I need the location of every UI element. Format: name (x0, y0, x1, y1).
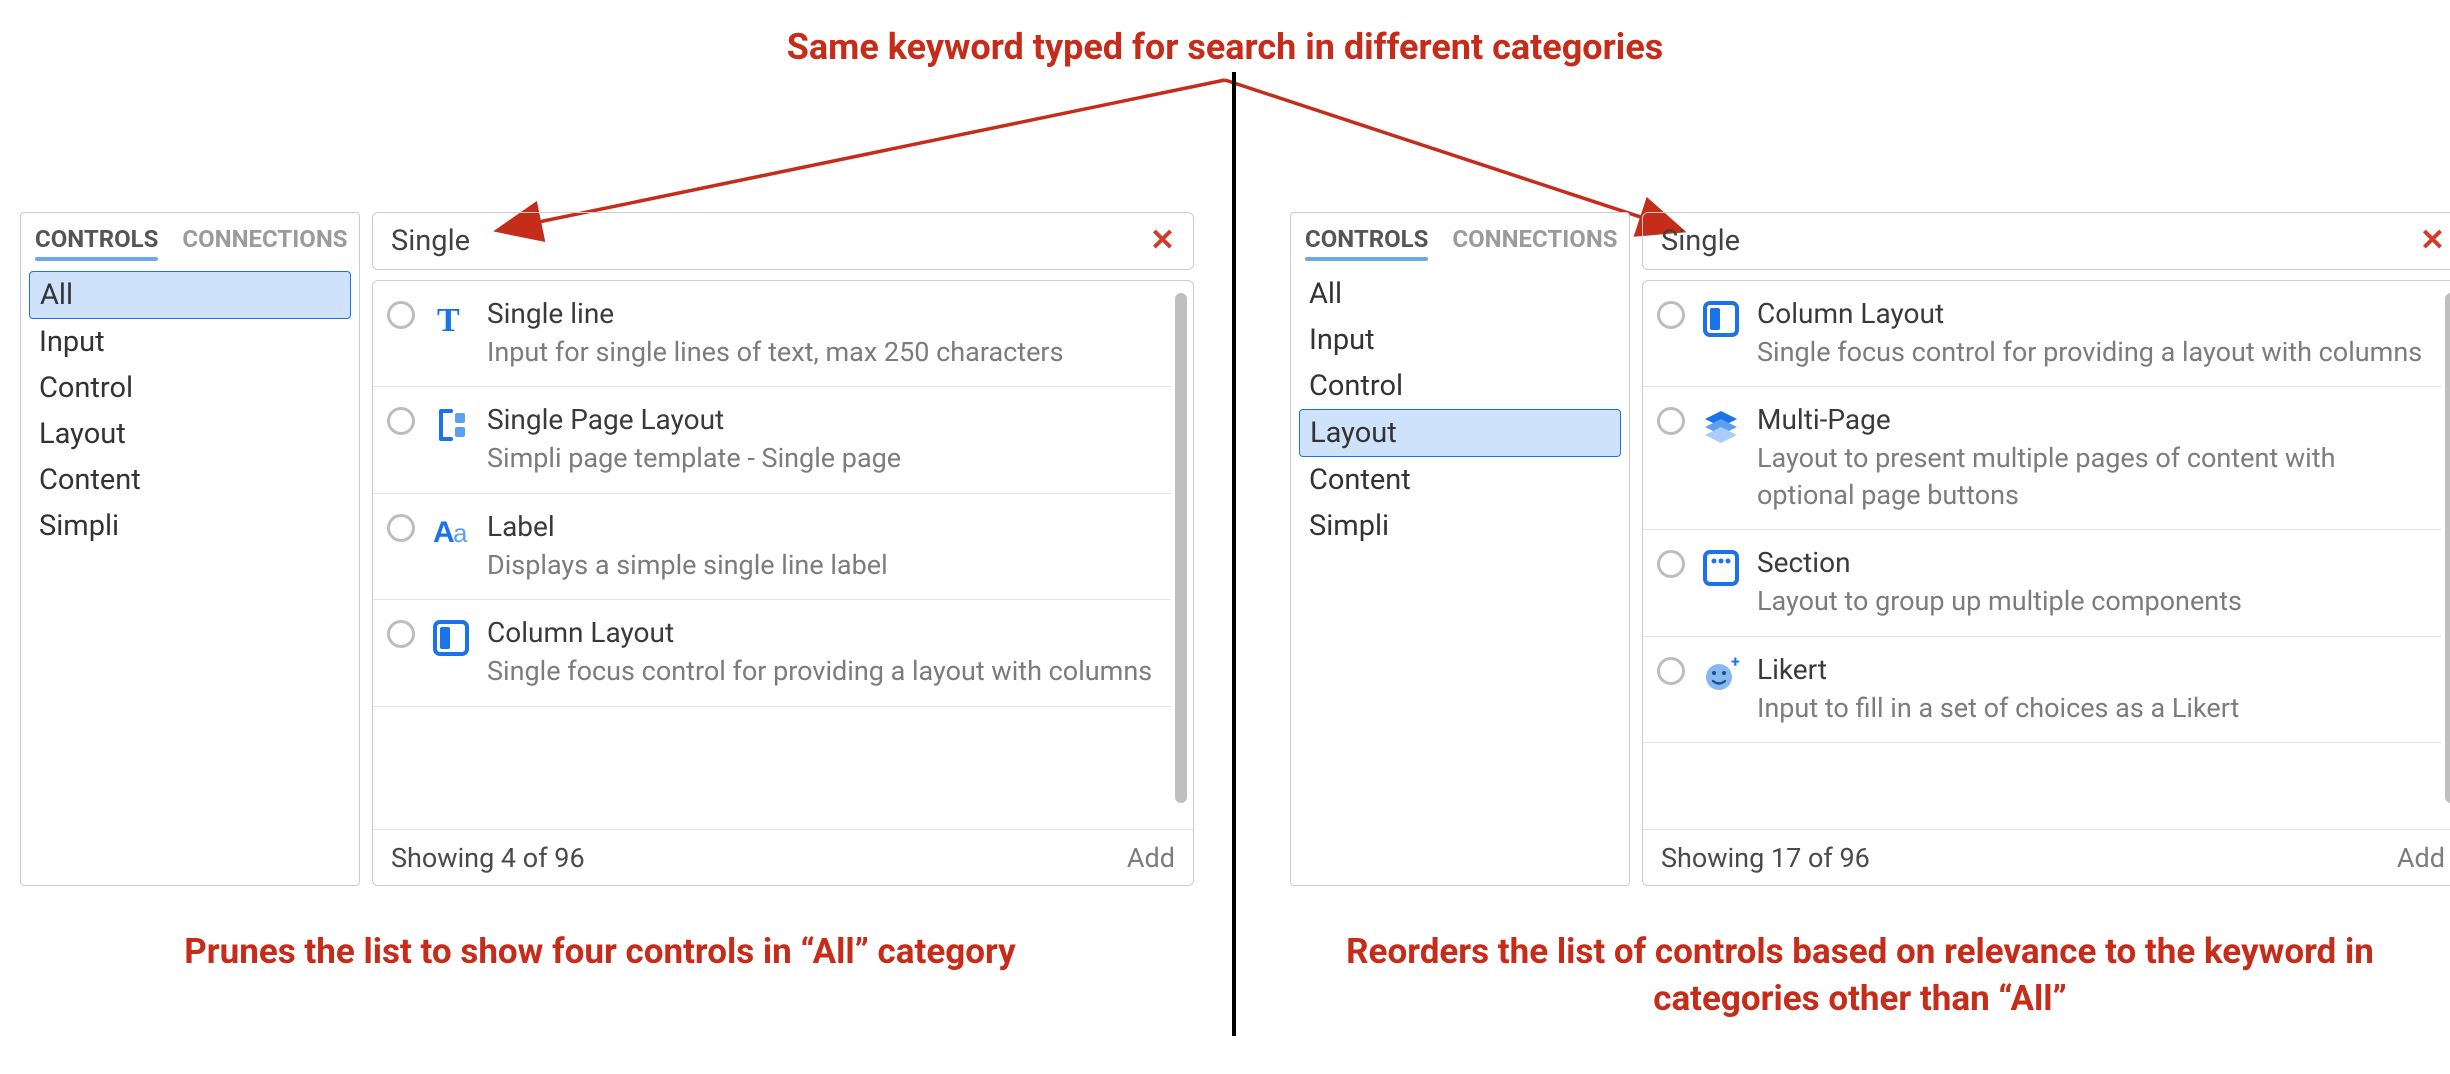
category-item-all[interactable]: All (1299, 271, 1621, 317)
results-panel: Single ✕ Single line Input for single lin… (372, 212, 1194, 886)
add-button[interactable]: Add (2397, 842, 2445, 874)
figure-canvas: Same keyword typed for search in differe… (0, 0, 2450, 1074)
result-description: Displays a simple single line label (487, 547, 1157, 583)
clear-search-icon[interactable]: ✕ (2420, 226, 2445, 256)
result-radio[interactable] (387, 620, 415, 648)
category-item-control[interactable]: Control (1299, 363, 1621, 409)
result-description: Simpli page template - Single page (487, 440, 1157, 476)
result-text: Column Layout Single focus control for pr… (487, 616, 1157, 689)
result-text: Multi-Page Layout to present multiple pag… (1757, 403, 2427, 513)
clear-search-icon[interactable]: ✕ (1150, 226, 1175, 256)
result-radio[interactable] (1657, 407, 1685, 435)
result-description: Single focus control for providing a lay… (1757, 334, 2427, 370)
result-radio[interactable] (1657, 550, 1685, 578)
result-footer: Showing 4 of 96 Add (373, 829, 1193, 885)
result-radio[interactable] (387, 407, 415, 435)
vertical-divider (1232, 72, 1236, 1036)
result-description: Layout to present multiple pages of cont… (1757, 440, 2427, 513)
result-text: Label Displays a simple single line label (487, 510, 1157, 583)
result-description: Layout to group up multiple components (1757, 583, 2427, 619)
tab-connections[interactable]: CONNECTIONS (182, 225, 347, 259)
result-title: Single Page Layout (487, 403, 1157, 436)
result-text: Column Layout Single focus control for pr… (1757, 297, 2427, 370)
category-item-control[interactable]: Control (29, 365, 351, 411)
result-title: Multi-Page (1757, 403, 2427, 436)
category-item-layout[interactable]: Layout (1299, 409, 1621, 457)
result-radio[interactable] (387, 301, 415, 329)
result-title: Column Layout (487, 616, 1157, 649)
result-row[interactable]: Multi-Page Layout to present multiple pag… (1643, 387, 2441, 530)
scrollbar-thumb[interactable] (2445, 293, 2450, 803)
result-description: Input for single lines of text, max 250 … (487, 334, 1157, 370)
tab-controls[interactable]: CONTROLS (35, 225, 158, 259)
category-item-input[interactable]: Input (29, 319, 351, 365)
category-item-all[interactable]: All (29, 271, 351, 319)
result-description: Input to fill in a set of choices as a L… (1757, 690, 2427, 726)
result-row[interactable]: Label Displays a simple single line label (373, 494, 1171, 600)
tab-controls[interactable]: CONTROLS (1305, 225, 1428, 259)
label-icon (429, 510, 473, 554)
section-icon (1699, 546, 1743, 590)
result-title: Column Layout (1757, 297, 2427, 330)
result-title: Section (1757, 546, 2427, 579)
annotation-caption-left: Prunes the list to show four controls in… (20, 928, 1180, 975)
add-button[interactable]: Add (1127, 842, 1175, 874)
category-item-layout[interactable]: Layout (29, 411, 351, 457)
result-text: Single Page Layout Simpli page template -… (487, 403, 1157, 476)
text-icon (429, 297, 473, 341)
result-row[interactable]: Likert Input to fill in a set of choices … (1643, 637, 2441, 743)
result-title: Likert (1757, 653, 2427, 686)
result-row[interactable]: Section Layout to group up multiple compo… (1643, 530, 2441, 636)
category-sidebar: CONTROLS CONNECTIONS AllInputControlLayo… (1290, 212, 1630, 886)
search-box[interactable]: Single ✕ (1642, 212, 2450, 270)
annotation-title: Same keyword typed for search in differe… (0, 26, 2450, 68)
result-radio[interactable] (1657, 657, 1685, 685)
result-title: Label (487, 510, 1157, 543)
column-layout-icon (1699, 297, 1743, 341)
category-item-simpli[interactable]: Simpli (29, 503, 351, 549)
result-text: Likert Input to fill in a set of choices … (1757, 653, 2427, 726)
result-row[interactable]: Column Layout Single focus control for pr… (373, 600, 1171, 706)
result-row[interactable]: Column Layout Single focus control for pr… (1643, 281, 2441, 387)
result-list: Column Layout Single focus control for pr… (1642, 280, 2450, 886)
likert-icon (1699, 653, 1743, 697)
results-panel: Single ✕ Column Layout Single focus contr… (1642, 212, 2450, 886)
annotation-caption-right: Reorders the list of controls based on r… (1290, 928, 2430, 1023)
result-row[interactable]: Single Page Layout Simpli page template -… (373, 387, 1171, 493)
tab-connections[interactable]: CONNECTIONS (1452, 225, 1617, 259)
page-layout-icon (429, 403, 473, 447)
result-radio[interactable] (1657, 301, 1685, 329)
result-text: Section Layout to group up multiple compo… (1757, 546, 2427, 619)
search-input[interactable]: Single (391, 224, 1150, 258)
category-sidebar: CONTROLS CONNECTIONS AllInputControlLayo… (20, 212, 360, 886)
tab-strip: CONTROLS CONNECTIONS (35, 225, 345, 259)
category-item-content[interactable]: Content (1299, 457, 1621, 503)
result-count: Showing 4 of 96 (391, 842, 585, 874)
category-item-content[interactable]: Content (29, 457, 351, 503)
category-item-input[interactable]: Input (1299, 317, 1621, 363)
result-footer: Showing 17 of 96 Add (1643, 829, 2450, 885)
column-layout-icon (429, 616, 473, 660)
search-input[interactable]: Single (1661, 224, 2420, 258)
result-row[interactable]: Single line Input for single lines of tex… (373, 281, 1171, 387)
panel-all-category: CONTROLS CONNECTIONS AllInputControlLayo… (20, 212, 1194, 886)
result-text: Single line Input for single lines of tex… (487, 297, 1157, 370)
scrollbar-thumb[interactable] (1175, 293, 1187, 803)
category-item-simpli[interactable]: Simpli (1299, 503, 1621, 549)
result-description: Single focus control for providing a lay… (487, 653, 1157, 689)
result-radio[interactable] (387, 514, 415, 542)
result-title: Single line (487, 297, 1157, 330)
result-list: Single line Input for single lines of tex… (372, 280, 1194, 886)
result-count: Showing 17 of 96 (1661, 842, 1870, 874)
tab-strip: CONTROLS CONNECTIONS (1305, 225, 1615, 259)
search-box[interactable]: Single ✕ (372, 212, 1194, 270)
panel-layout-category: CONTROLS CONNECTIONS AllInputControlLayo… (1290, 212, 2450, 886)
multipage-icon (1699, 403, 1743, 447)
